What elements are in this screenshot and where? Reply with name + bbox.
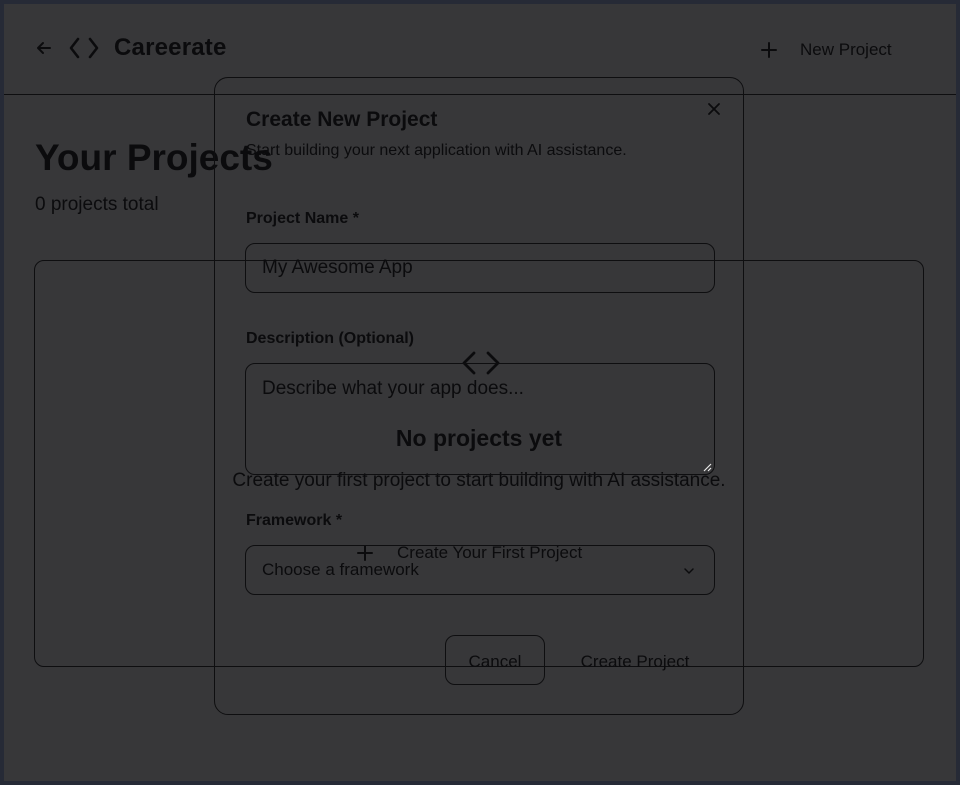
chevron-down-icon — [684, 568, 694, 574]
plus-icon — [761, 42, 777, 58]
arrow-left-icon[interactable] — [34, 38, 54, 58]
close-icon[interactable] — [706, 101, 722, 117]
project-count: 0 projects total — [35, 194, 159, 215]
dialog-title: Create New Project — [246, 108, 438, 131]
new-project-button[interactable]: New Project — [760, 34, 892, 66]
create-project-dialog: Create New Project Start building your n… — [214, 77, 744, 715]
description-label: Description (Optional) — [246, 330, 414, 347]
code-icon — [69, 37, 99, 59]
framework-label: Framework * — [246, 512, 343, 529]
framework-select-value: Choose a framework — [262, 560, 419, 579]
project-name-label: Project Name * — [246, 210, 359, 227]
resize-handle-icon[interactable] — [703, 463, 712, 472]
new-project-label: New Project — [800, 40, 892, 59]
description-textarea[interactable] — [245, 363, 715, 475]
project-name-input[interactable] — [245, 243, 715, 293]
cancel-button[interactable]: Cancel — [445, 635, 545, 685]
dialog-subtitle: Start building your next application wit… — [246, 142, 627, 159]
app-title: Careerate — [114, 34, 227, 61]
framework-select[interactable]: Choose a framework — [245, 545, 715, 595]
create-project-button[interactable]: Create Project — [565, 635, 705, 685]
